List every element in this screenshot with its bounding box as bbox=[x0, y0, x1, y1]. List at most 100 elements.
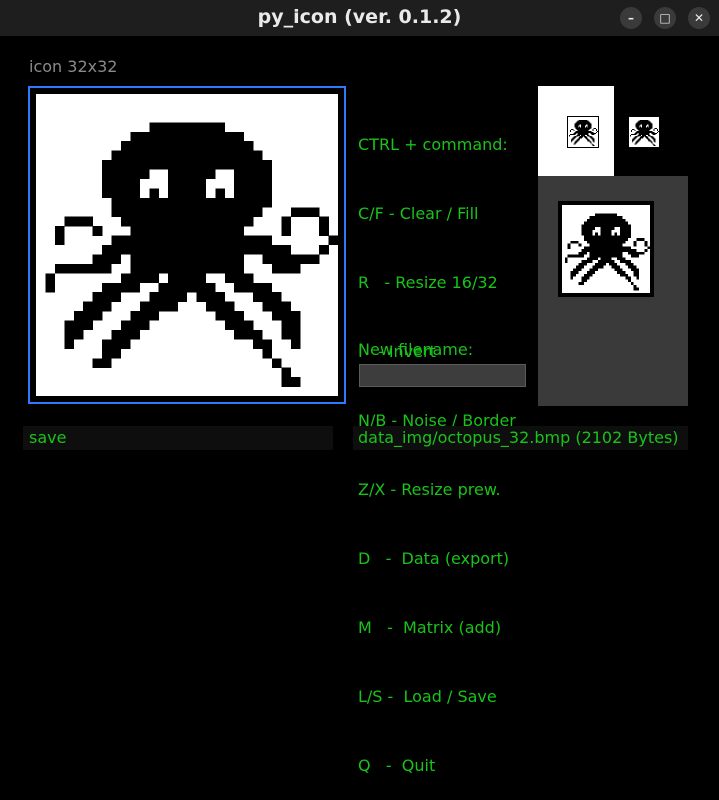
pixel bbox=[139, 150, 150, 161]
pixel bbox=[243, 141, 254, 151]
pixel bbox=[589, 240, 593, 244]
pixel bbox=[638, 123, 640, 125]
pixel bbox=[646, 123, 648, 125]
pixel bbox=[158, 282, 169, 293]
file-status-text: data_img/octopus_32.bmp (2102 Bytes) bbox=[358, 428, 679, 447]
pixel bbox=[215, 188, 225, 199]
pixel bbox=[644, 124, 646, 126]
pixel bbox=[577, 125, 579, 127]
pixel bbox=[603, 238, 607, 241]
pixel bbox=[600, 240, 604, 244]
pixel bbox=[638, 129, 640, 131]
pixel bbox=[608, 254, 612, 258]
pixel bbox=[603, 235, 607, 239]
pixel bbox=[650, 136, 652, 138]
pixel bbox=[636, 125, 638, 127]
pixel bbox=[636, 254, 640, 258]
pixel bbox=[581, 129, 583, 131]
pixel bbox=[139, 226, 150, 236]
pixel bbox=[583, 120, 584, 122]
pixel bbox=[234, 188, 244, 199]
pixel bbox=[644, 132, 646, 134]
pixel bbox=[600, 238, 604, 241]
pixel bbox=[567, 254, 571, 258]
maximize-icon[interactable]: □ bbox=[654, 7, 676, 29]
pixel bbox=[642, 137, 644, 139]
pixel bbox=[262, 235, 273, 246]
pixel bbox=[253, 292, 263, 302]
pixel bbox=[644, 136, 646, 138]
pixel bbox=[587, 125, 589, 127]
pixel bbox=[634, 132, 636, 134]
pixel bbox=[196, 141, 207, 151]
pixel bbox=[584, 130, 586, 132]
pixel bbox=[253, 169, 263, 180]
pixel bbox=[638, 120, 640, 122]
pixel bbox=[634, 136, 636, 138]
pixel bbox=[205, 197, 216, 208]
pixel-editor-canvas[interactable] bbox=[36, 94, 338, 396]
pixel bbox=[168, 301, 178, 312]
pixel bbox=[641, 128, 643, 130]
pixel bbox=[64, 339, 74, 350]
pixel bbox=[603, 254, 607, 258]
pixel bbox=[643, 122, 645, 124]
pixel bbox=[640, 128, 642, 130]
pixel bbox=[603, 249, 607, 252]
pixel bbox=[584, 128, 586, 130]
pixel bbox=[574, 141, 576, 143]
pixel bbox=[597, 224, 601, 228]
pixel bbox=[646, 122, 648, 124]
pixel bbox=[632, 133, 634, 135]
pixel bbox=[630, 262, 634, 266]
pixel bbox=[111, 169, 122, 180]
pixel bbox=[205, 169, 216, 180]
pixel bbox=[271, 245, 282, 255]
pixel bbox=[584, 129, 586, 131]
pixel bbox=[653, 144, 655, 146]
pixel bbox=[102, 169, 112, 180]
pixel bbox=[196, 160, 207, 170]
pixel bbox=[591, 137, 593, 139]
pixel bbox=[585, 120, 587, 122]
pixel bbox=[608, 238, 612, 241]
new-filename-label: New filename: bbox=[358, 340, 474, 359]
pixel bbox=[641, 129, 643, 131]
pixel bbox=[584, 137, 586, 139]
pixel bbox=[581, 137, 583, 139]
pixel bbox=[650, 122, 652, 124]
pixel bbox=[589, 124, 591, 126]
pixel bbox=[645, 122, 647, 124]
pixel bbox=[570, 139, 572, 141]
pixel bbox=[177, 131, 188, 142]
pixel bbox=[581, 127, 583, 129]
new-filename-input[interactable] bbox=[359, 364, 526, 387]
pixel bbox=[570, 133, 572, 135]
pixel bbox=[158, 226, 169, 236]
pixel bbox=[130, 273, 141, 283]
pixel bbox=[583, 133, 585, 135]
pixel bbox=[120, 216, 131, 227]
pixel bbox=[630, 130, 632, 132]
pixel bbox=[92, 311, 103, 321]
pixel bbox=[647, 139, 649, 141]
minimize-icon[interactable]: – bbox=[620, 7, 642, 29]
pixel bbox=[608, 224, 612, 228]
pixel bbox=[187, 254, 197, 265]
pixel bbox=[587, 140, 589, 142]
pixel bbox=[196, 254, 207, 265]
pixel bbox=[584, 235, 587, 239]
pixel bbox=[619, 260, 623, 263]
pixel bbox=[649, 127, 651, 129]
close-icon[interactable]: ✕ bbox=[688, 7, 710, 29]
pixel bbox=[581, 125, 583, 127]
pixel bbox=[253, 197, 263, 208]
pixel bbox=[639, 130, 641, 132]
pixel bbox=[636, 135, 638, 137]
pixel bbox=[149, 216, 159, 227]
pixel bbox=[583, 122, 585, 124]
pixel bbox=[640, 137, 642, 139]
pixel bbox=[589, 126, 591, 128]
pixel bbox=[589, 227, 593, 230]
pixel bbox=[651, 124, 653, 126]
